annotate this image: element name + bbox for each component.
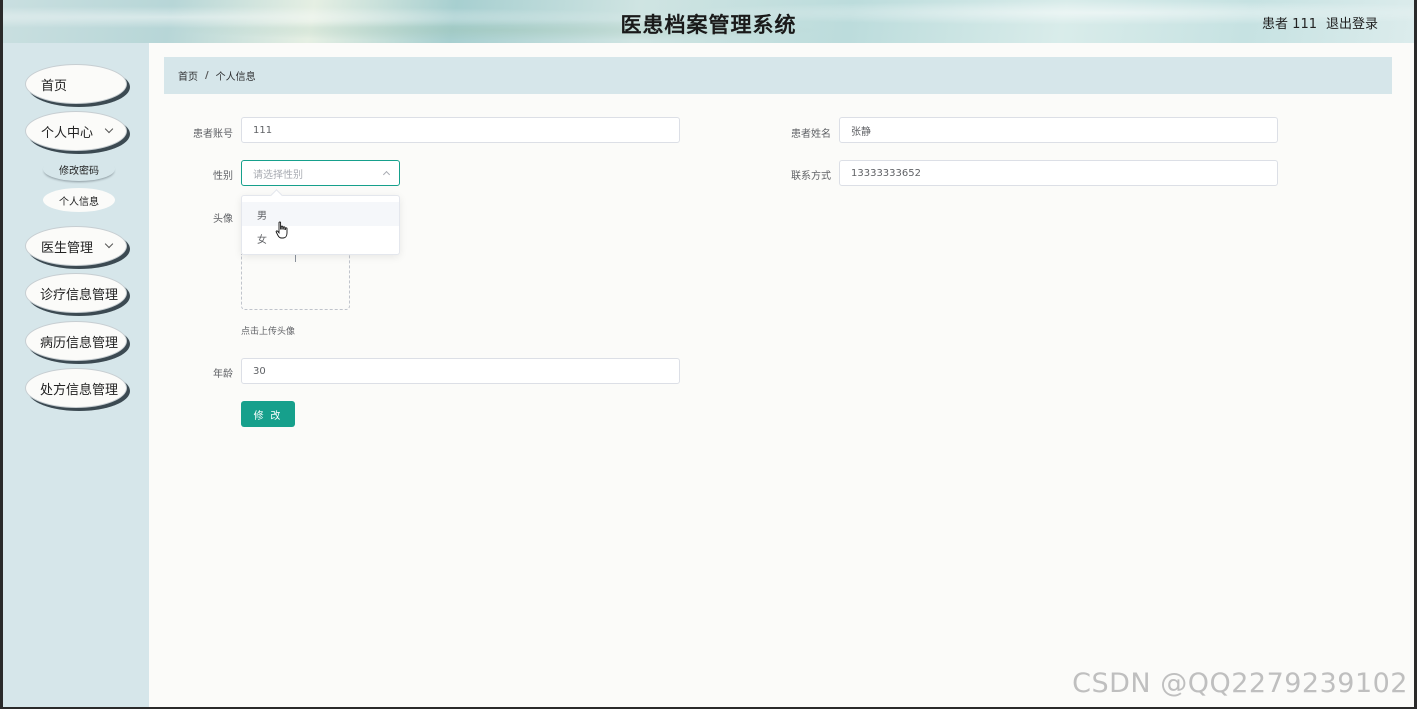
app-window: 医患档案管理系统 患者 111 退出登录 首页 个人中心 修改密码 个人信息 医… — [0, 0, 1417, 709]
header: 医患档案管理系统 患者 111 退出登录 — [3, 0, 1414, 43]
sidebar-subitem-change-password[interactable]: 修改密码 — [43, 157, 115, 181]
sidebar-item-medical-record-management[interactable]: 病历信息管理 — [25, 321, 127, 361]
phone-value: 13333333652 — [851, 167, 921, 179]
submit-button[interactable]: 修 改 — [241, 401, 295, 427]
plus-icon — [295, 254, 296, 262]
logout-link[interactable]: 退出登录 — [1326, 13, 1378, 32]
age-value: 30 — [253, 365, 266, 377]
age-input[interactable]: 30 — [241, 358, 680, 384]
gender-dropdown: 男 女 — [241, 195, 400, 255]
breadcrumb-home[interactable]: 首页 — [178, 68, 198, 83]
gender-option-female[interactable]: 女 — [242, 226, 399, 250]
age-label: 年龄 — [213, 369, 233, 380]
gender-label: 性别 — [213, 171, 233, 182]
sidebar-item-label: 医生管理 — [41, 240, 94, 256]
sidebar-item-label: 诊疗信息管理 — [40, 287, 119, 303]
avatar-upload-tip: 点击上传头像 — [241, 327, 296, 337]
hand-cursor-icon — [275, 221, 288, 239]
account-label: 患者账号 — [193, 129, 233, 140]
sidebar-item-label: 首页 — [41, 78, 68, 94]
chevron-up-icon — [382, 170, 391, 179]
sidebar-item-personal-center[interactable]: 个人中心 — [25, 111, 127, 151]
phone-label: 联系方式 — [791, 171, 831, 182]
sidebar: 首页 个人中心 修改密码 个人信息 医生管理 诊疗信息管理 病历信息管理 处方信… — [3, 43, 149, 707]
account-input[interactable]: 111 — [241, 117, 680, 143]
phone-input[interactable]: 13333333652 — [839, 160, 1278, 186]
name-value: 张静 — [851, 126, 871, 138]
gender-select[interactable]: 请选择性别 — [241, 160, 400, 186]
app-title: 医患档案管理系统 — [620, 13, 797, 37]
sidebar-item-label: 个人中心 — [41, 125, 94, 141]
breadcrumb-separator: / — [205, 70, 209, 81]
sidebar-item-diagnosis-management[interactable]: 诊疗信息管理 — [25, 273, 127, 313]
sidebar-item-home[interactable]: 首页 — [25, 64, 127, 104]
sidebar-subitem-personal-info[interactable]: 个人信息 — [43, 188, 115, 212]
sidebar-item-label: 个人信息 — [59, 196, 99, 208]
avatar-upload[interactable] — [241, 254, 350, 310]
avatar-label: 头像 — [213, 214, 233, 225]
name-label: 患者姓名 — [791, 129, 831, 140]
main-content: 首页 / 个人信息 患者账号 111 患者姓名 张静 性别 请选择性别 联系方式… — [149, 43, 1414, 707]
sidebar-item-doctor-management[interactable]: 医生管理 — [25, 226, 127, 266]
account-value: 111 — [253, 124, 273, 136]
sidebar-item-prescription-management[interactable]: 处方信息管理 — [25, 368, 127, 408]
breadcrumb: 首页 / 个人信息 — [164, 57, 1392, 94]
breadcrumb-current: 个人信息 — [215, 72, 256, 83]
current-user: 患者 111 — [1262, 17, 1317, 32]
sidebar-item-label: 修改密码 — [59, 165, 99, 177]
chevron-down-icon — [104, 124, 114, 134]
sidebar-item-label: 病历信息管理 — [40, 335, 119, 351]
gender-placeholder: 请选择性别 — [253, 169, 303, 181]
sidebar-item-label: 处方信息管理 — [40, 382, 119, 398]
chevron-down-icon — [104, 239, 114, 249]
gender-option-male[interactable]: 男 — [242, 202, 399, 226]
name-input[interactable]: 张静 — [839, 117, 1278, 143]
watermark: CSDN @QQ2279239102 — [1072, 668, 1408, 699]
